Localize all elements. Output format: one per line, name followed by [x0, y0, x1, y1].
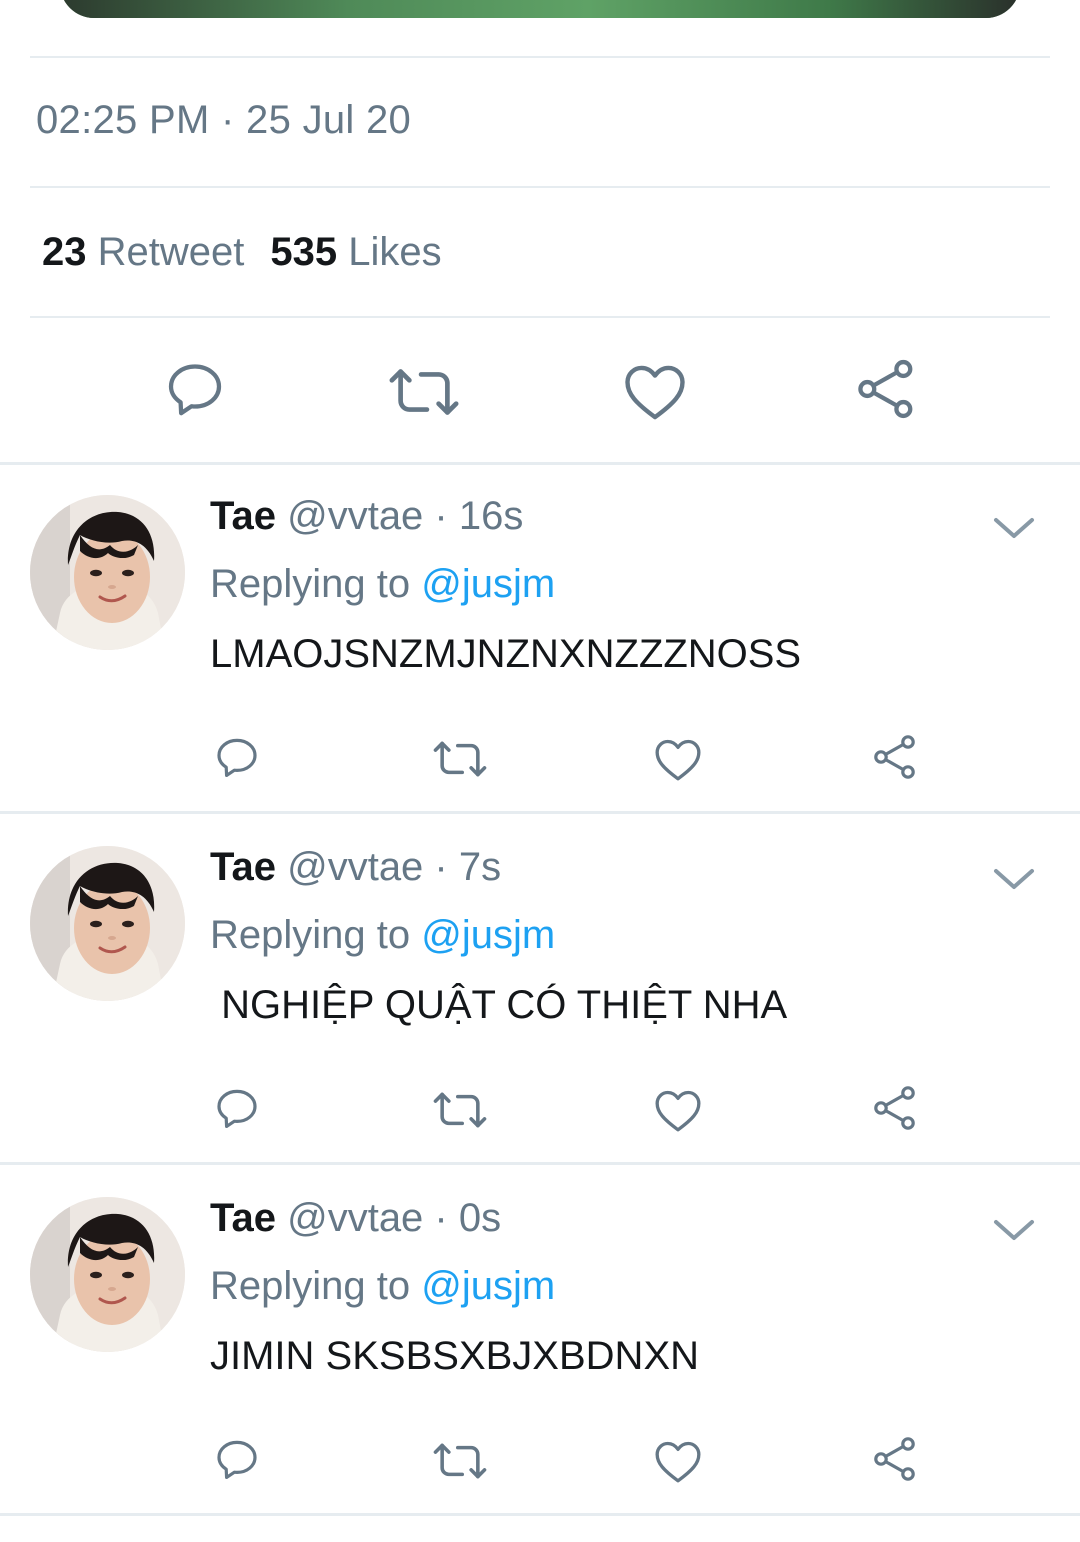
reply-text: JIMIN SKSBSXBJXBDNXN	[210, 1334, 700, 1378]
display-name[interactable]: Tae	[210, 1196, 276, 1240]
replying-to: Replying to @jusjm	[210, 1264, 555, 1309]
handle-and-time: @vvtae · 0s	[287, 1196, 502, 1240]
chevron-down-icon[interactable]	[992, 1216, 1036, 1249]
divider	[30, 186, 1050, 188]
reply-bubble-icon[interactable]	[212, 1436, 262, 1484]
divider	[30, 316, 1050, 318]
share-icon[interactable]	[871, 1434, 919, 1484]
chevron-down-icon[interactable]	[992, 865, 1036, 898]
tweet-stats: 23 Retweet 535 Likes	[42, 230, 442, 275]
mention-link[interactable]: @jusjm	[421, 562, 555, 606]
tweet-media-image[interactable]	[60, 0, 1020, 18]
reply-tweet[interactable]: Tae @vvtae · 7s Replying to @jusjm NGHIỆ…	[0, 813, 1080, 1163]
handle-and-time: @vvtae · 7s	[287, 845, 502, 889]
replying-to: Replying to @jusjm	[210, 913, 555, 958]
likes-label: Likes	[348, 230, 442, 274]
reply-action-bar	[0, 1434, 1080, 1488]
reply-tweet[interactable]: Tae @vvtae · 16s Replying to @jusjm LMAO…	[0, 462, 1080, 812]
retweet-count: 23	[42, 230, 87, 274]
likes-stat[interactable]: 535 Likes	[270, 230, 441, 274]
retweet-arrows-icon[interactable]	[386, 362, 462, 422]
section-divider	[0, 1513, 1080, 1516]
retweet-stat[interactable]: 23 Retweet	[42, 230, 244, 274]
tweet-action-bar	[0, 356, 1080, 426]
share-icon[interactable]	[871, 732, 919, 782]
share-icon[interactable]	[871, 1083, 919, 1133]
reply-header: Tae @vvtae · 7s	[210, 845, 501, 890]
heart-icon[interactable]	[653, 736, 703, 782]
retweet-label: Retweet	[97, 230, 245, 274]
reply-action-bar	[0, 732, 1080, 786]
reply-bubble-icon[interactable]	[212, 734, 262, 782]
retweet-arrows-icon[interactable]	[431, 1438, 489, 1484]
handle-and-time: @vvtae · 16s	[287, 494, 524, 538]
reply-text: NGHIỆP QUẬT CÓ THIỆT NHA	[210, 983, 788, 1027]
replying-to: Replying to @jusjm	[210, 562, 555, 607]
display-name[interactable]: Tae	[210, 845, 276, 889]
tweet-timestamp: 02:25 PM · 25 Jul 20	[36, 98, 412, 142]
chevron-down-icon[interactable]	[992, 514, 1036, 547]
divider	[30, 56, 1050, 58]
reply-header: Tae @vvtae · 0s	[210, 1196, 501, 1241]
heart-icon[interactable]	[653, 1438, 703, 1484]
replying-to-label: Replying to	[210, 562, 411, 606]
reply-bubble-icon[interactable]	[162, 358, 228, 422]
display-name[interactable]: Tae	[210, 494, 276, 538]
mention-link[interactable]: @jusjm	[421, 913, 555, 957]
avatar[interactable]	[30, 1197, 185, 1352]
avatar[interactable]	[30, 495, 185, 650]
retweet-arrows-icon[interactable]	[431, 1087, 489, 1133]
share-icon[interactable]	[854, 356, 918, 422]
reply-tweet[interactable]: Tae @vvtae · 0s Replying to @jusjm JIMIN…	[0, 1164, 1080, 1514]
replying-to-label: Replying to	[210, 1264, 411, 1308]
likes-count: 535	[270, 230, 338, 274]
heart-icon[interactable]	[622, 360, 688, 422]
reply-text: LMAOJSNZMJNZNXNZZZNOSS	[210, 632, 802, 676]
retweet-arrows-icon[interactable]	[431, 736, 489, 782]
reply-bubble-icon[interactable]	[212, 1085, 262, 1133]
reply-action-bar	[0, 1083, 1080, 1137]
mention-link[interactable]: @jusjm	[421, 1264, 555, 1308]
reply-header: Tae @vvtae · 16s	[210, 494, 523, 539]
replying-to-label: Replying to	[210, 913, 411, 957]
avatar[interactable]	[30, 846, 185, 1001]
heart-icon[interactable]	[653, 1087, 703, 1133]
